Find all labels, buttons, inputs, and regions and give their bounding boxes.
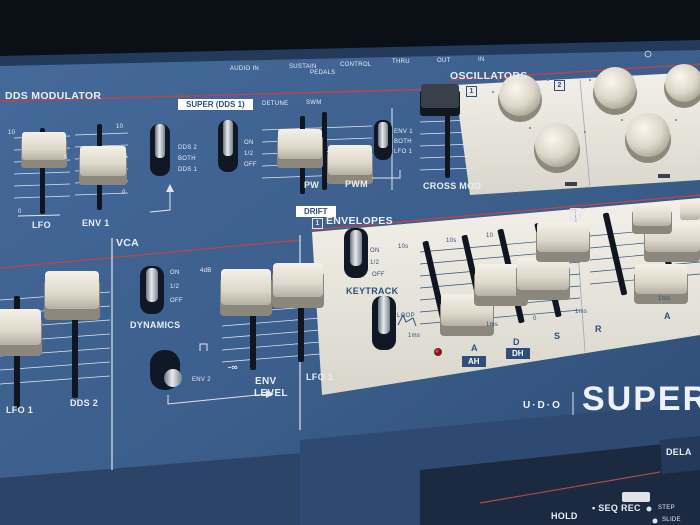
env1-label: ENV 1 [82, 218, 110, 228]
env-1ms-label-2: 1ms [486, 322, 499, 328]
dds-switch-dds1: DDS 1 [178, 167, 198, 173]
env-release-cap [536, 222, 590, 262]
detune-label: DETUNE [262, 101, 289, 107]
envelopes-title: ENVELOPES [326, 215, 393, 227]
seq-rec-label: • SEQ REC [592, 503, 641, 513]
vca-title: VCA [116, 237, 140, 249]
env-10s-label: 10s [398, 244, 409, 250]
vca-switch-half: 1/2 [170, 284, 180, 290]
dds-switch-both: BOTH [178, 156, 196, 162]
vca-switch-on: ON [170, 270, 180, 276]
loop-label: LOOP [397, 313, 415, 319]
slide-label: SLIDE [662, 517, 681, 523]
lfo1-vca-slider-cap [0, 309, 42, 356]
lfo-label: LFO [32, 220, 51, 230]
vca-switch-off: OFF [170, 298, 183, 304]
env-a-label: A [471, 343, 478, 353]
env2-a-label: A [664, 311, 671, 321]
dds-scale-5: 5 [64, 155, 68, 161]
env-1ms-label-3: 1ms [575, 309, 588, 315]
pwm-label: PWM [345, 179, 368, 189]
env2-cap-top [632, 204, 672, 234]
cross-mod-label: CROSS MOD [423, 181, 482, 191]
env-level-slider-cap [220, 269, 272, 316]
udo-logo: U·D·O [523, 400, 562, 411]
env-r-label: R [595, 324, 602, 334]
delay-label: DELA [666, 447, 692, 457]
out-label: OUT [437, 58, 451, 64]
keytrack-half: 1/2 [370, 260, 380, 266]
super-dds1-tag: SUPER (DDS 1) [178, 99, 253, 110]
osc-knob-2 [593, 67, 637, 115]
osc-knob-5 [625, 113, 671, 163]
env-1ms-label: 1ms [408, 333, 421, 339]
osc-2-badge: 2 [554, 80, 565, 91]
env-10s-label-2: 10s [446, 238, 457, 244]
envelope-2-badge: 2 [570, 208, 581, 219]
super-switch-half: 1/2 [244, 151, 254, 157]
osc-1-badge: 1 [466, 86, 477, 97]
envelope-1-badge: 1 [312, 218, 323, 229]
env-1ms-label-4: 1ms [658, 296, 671, 302]
step-label: STEP [658, 505, 675, 511]
osc-knob-4 [534, 123, 580, 173]
dds-scale-0: 0 [18, 209, 22, 215]
super-switch-off: OFF [244, 162, 257, 168]
ah-tag: AH [462, 356, 486, 367]
pedals-label: PEDALS [310, 70, 336, 76]
env-s-label: S [554, 331, 561, 341]
pwm-switch-lfo1: LFO 1 [394, 149, 413, 155]
thru-label: THRU [392, 59, 410, 65]
super-switch-on: ON [244, 140, 254, 146]
env-sustain-cap [516, 258, 570, 300]
dds2-vca-label: DDS 2 [70, 398, 99, 408]
keytrack-label: KEYTRACK [346, 286, 399, 296]
cross-mod-slider-cap [420, 84, 460, 116]
synth-panel-art [0, 0, 700, 525]
pw-label: PW [304, 180, 320, 190]
dynamics-label: DYNAMICS [130, 320, 181, 330]
vca-4db-label: 4dB [200, 268, 212, 274]
control-label: CONTROL [340, 62, 372, 68]
env1-slider-cap [79, 146, 127, 185]
dds-scale-10-b: 10 [116, 124, 124, 130]
keytrack-off: OFF [372, 272, 385, 278]
minus-infinity-label: -∞ [228, 362, 239, 372]
super-logo: SUPER [582, 380, 700, 418]
oscillators-title: OSCILLATORS [450, 70, 528, 82]
level-lfo1-label: LFO 1 [306, 372, 334, 382]
env-level-label-1: ENV [255, 376, 277, 387]
pwm-switch-both: BOTH [394, 139, 412, 145]
env-zero-label: 0 [533, 316, 537, 322]
dds2-vca-slider-cap [44, 271, 100, 320]
in-label: IN [478, 57, 485, 63]
env2-label: ENV 2 [192, 377, 211, 383]
dds-scale-5-b: 5 [124, 154, 128, 160]
env-level-label-2: LEVEL [254, 388, 288, 399]
dh-tag: DH [506, 348, 530, 359]
dds-scale-0-b: 0 [122, 190, 126, 196]
dds-scale-10: 10 [8, 130, 16, 136]
dds-switch-dds2: DDS 2 [178, 145, 198, 151]
dds-modulator-title: DDS MODULATOR [5, 90, 102, 102]
synth-photo: AUDIO IN SUSTAIN CONTROL PEDALS THRU OUT… [0, 0, 700, 525]
lfo1-vca-label: LFO 1 [6, 405, 34, 415]
swm-label: SWM [306, 100, 322, 106]
lfo-slider-cap [21, 132, 67, 168]
env-10-label: 10 [486, 233, 494, 239]
audio-in-label: AUDIO IN [230, 66, 260, 72]
pw-slider-cap [277, 129, 323, 168]
keytrack-on: ON [370, 248, 380, 254]
pwm-switch-env1: ENV 1 [394, 129, 413, 135]
level-lfo1-slider-cap [272, 263, 324, 308]
env-d-label: D [513, 337, 520, 347]
hold-label: HOLD [551, 511, 578, 521]
